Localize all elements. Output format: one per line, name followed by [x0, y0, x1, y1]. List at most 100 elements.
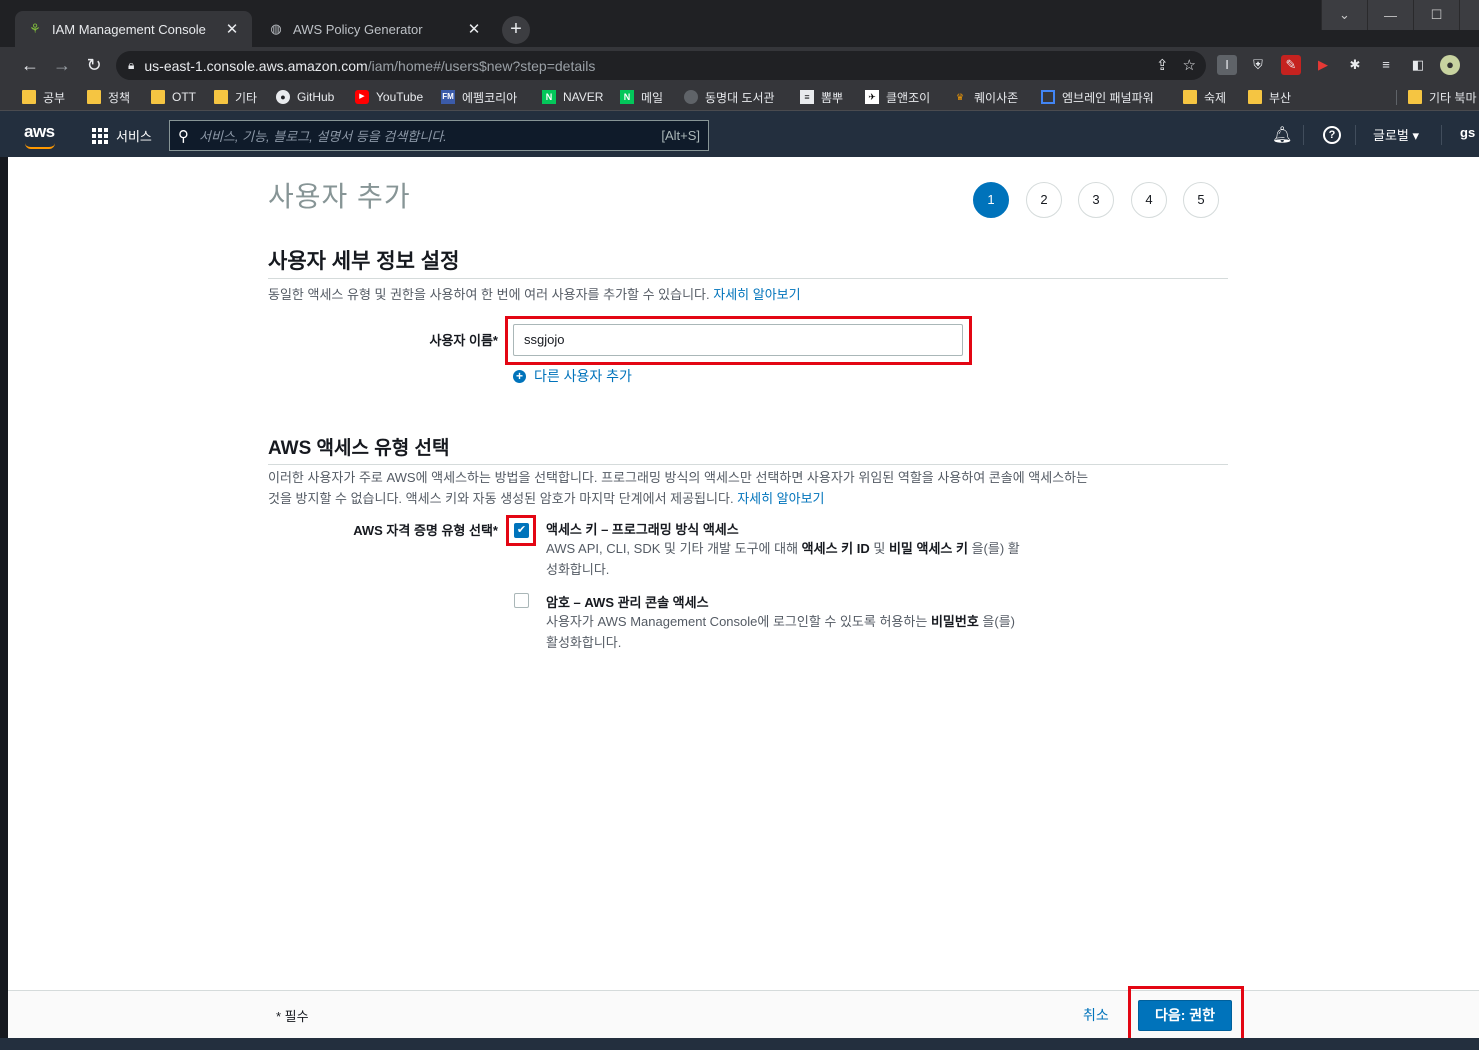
desc-bold: 비밀 액세스 키 [888, 541, 968, 556]
bookmark-item[interactable]: ≡ 뽐뿌 [800, 88, 843, 106]
folder-icon [1408, 90, 1422, 104]
step-1: 1 [973, 182, 1009, 218]
desc-text: 을(를) 활 [971, 541, 1020, 556]
aws-smile-icon [25, 143, 55, 149]
tab-title: AWS Policy Generator [293, 21, 423, 37]
bookmark-item[interactable]: OTT [151, 88, 196, 106]
minimize-icon[interactable]: — [1367, 0, 1413, 30]
bookmark-item[interactable]: 부산 [1248, 88, 1291, 106]
plus-circle-icon: + [513, 369, 526, 383]
bookmark-item[interactable]: ✈ 클앤조이 [865, 88, 930, 106]
services-menu-button[interactable]: 서비스 [92, 126, 152, 145]
bookmark-item[interactable]: 정책 [87, 88, 130, 106]
aws-console-nav: aws 서비스 ⚲ 서비스, 기능, 블로그, 설명서 등을 검색합니다. [A… [0, 111, 1479, 157]
reading-list-icon[interactable]: ≡ [1376, 55, 1396, 75]
bookmark-item[interactable]: ♛ 퀘이사존 [953, 88, 1018, 106]
browser-tab-bar: ⚘ IAM Management Console ✕ ◍ AWS Policy … [0, 0, 1479, 47]
bookmark-label: 정책 [108, 90, 131, 105]
desc-bold: 비밀번호 [930, 614, 979, 629]
bookmark-item[interactable]: 엠브레인 패널파워 [1041, 88, 1154, 106]
youtube-icon: ▶ [355, 90, 369, 104]
next-permissions-button[interactable]: 다음: 권한 [1138, 1000, 1232, 1031]
extension-icon[interactable]: ✎ [1281, 55, 1301, 75]
desc-text: 및 [873, 541, 886, 556]
bookmark-label: 퀘이사존 [974, 90, 1019, 105]
access-key-option-desc: AWS API, CLI, SDK 및 기타 개발 도구에 대해 액세스 키 I… [546, 538, 1106, 580]
access-heading: AWS 액세스 유형 선택 [268, 438, 450, 459]
other-bookmarks[interactable]: 기타 북마 [1408, 88, 1477, 106]
side-panel-icon[interactable]: ◧ [1408, 55, 1428, 75]
learn-more-link[interactable]: 자세히 알아보기 [737, 491, 824, 506]
learn-more-link[interactable]: 자세히 알아보기 [713, 287, 800, 302]
fm-icon: FM [441, 90, 455, 104]
cancel-button[interactable]: 취소 [1083, 1005, 1109, 1025]
tab-search-icon[interactable]: ⌄ [1321, 0, 1367, 30]
step-3[interactable]: 3 [1078, 182, 1114, 218]
desc-text: 활성화합니다. [546, 635, 622, 650]
step-4[interactable]: 4 [1131, 182, 1167, 218]
forward-icon[interactable]: → [49, 52, 75, 78]
aws-favicon-icon: ⚘ [29, 21, 41, 36]
console-access-option-desc: 사용자가 AWS Management Console에 로그인할 수 있도록 … [546, 611, 1106, 653]
search-shortcut: [Alt+S] [661, 128, 700, 143]
new-tab-button[interactable]: + [502, 16, 530, 44]
bell-icon[interactable]: 🔔︎ [1272, 125, 1292, 145]
bookmark-item[interactable]: N 메일 [620, 88, 663, 106]
bookmark-star-icon[interactable]: ☆ [1183, 56, 1196, 74]
console-footer-strip [0, 1038, 1479, 1050]
step-5[interactable]: 5 [1183, 182, 1219, 218]
credential-type-label: AWS 자격 증명 유형 선택* [353, 523, 498, 538]
console-password-checkbox[interactable] [514, 593, 529, 608]
bookmark-label: 엠브레인 패널파워 [1062, 90, 1154, 105]
access-key-option-title: 액세스 키 – 프로그래밍 방식 액세스 [546, 522, 739, 537]
bookmark-item[interactable]: FM 에펨코리아 [441, 88, 517, 106]
site-icon: ♛ [955, 92, 965, 102]
close-tab-icon[interactable]: ✕ [224, 20, 240, 38]
globe-icon: ◍ [270, 21, 282, 36]
help-icon[interactable]: ? [1323, 126, 1341, 144]
bookmark-label: GitHub [297, 90, 335, 104]
desc-text: 을(를) [982, 614, 1015, 629]
back-icon[interactable]: ← [17, 52, 43, 78]
username-input[interactable]: ssgjojo [513, 324, 963, 356]
aws-search-input[interactable]: ⚲ 서비스, 기능, 블로그, 설명서 등을 검색합니다. [Alt+S] [169, 120, 709, 151]
bookmark-item[interactable]: 동명대 도서관 [684, 88, 775, 106]
tab-policy-generator[interactable]: ◍ AWS Policy Generator ✕ [256, 11, 494, 47]
close-tab-icon[interactable]: ✕ [466, 20, 482, 38]
reload-icon[interactable]: ↻ [81, 52, 107, 78]
add-another-user-link[interactable]: + 다른 사용자 추가 [513, 366, 632, 386]
tab-iam-console[interactable]: ⚘ IAM Management Console ✕ [15, 11, 252, 47]
play-icon[interactable]: ▶ [1313, 55, 1333, 75]
aws-logo[interactable]: aws [24, 122, 55, 142]
bookmark-item[interactable]: N NAVER [542, 88, 603, 106]
bookmark-label: NAVER [563, 90, 604, 104]
details-heading: 사용자 세부 정보 설정 [268, 250, 460, 273]
address-bar[interactable]: 🔒︎ us-east-1.console.aws.amazon.com/iam/… [116, 51, 1206, 80]
region-selector[interactable]: 글로벌 ▾ [1373, 125, 1419, 144]
puzzle-icon[interactable]: ✱ [1345, 55, 1365, 75]
access-key-checkbox[interactable]: ✔ [514, 523, 529, 538]
access-description-line2: 것을 방지할 수 없습니다. 액세스 키와 자동 생성된 암호가 마지막 단계에… [268, 491, 734, 506]
search-placeholder: 서비스, 기능, 블로그, 설명서 등을 검색합니다. [199, 129, 447, 144]
username-label: 사용자 이름* [429, 333, 498, 348]
divider [1441, 125, 1442, 145]
github-icon: ● [276, 90, 290, 104]
add-user-label: 다른 사용자 추가 [534, 368, 632, 384]
site-icon [1041, 90, 1055, 104]
share-icon[interactable]: ⇪ [1156, 56, 1169, 74]
bookmark-item[interactable]: ● GitHub [276, 88, 334, 106]
shield-icon[interactable]: ⛨ [1248, 55, 1268, 75]
bookmark-item[interactable]: 공부 [22, 88, 65, 106]
maximize-icon[interactable]: ☐ [1413, 0, 1459, 30]
bookmark-item[interactable]: 기타 [214, 88, 257, 106]
bookmark-item[interactable]: ▶ YouTube [355, 88, 423, 106]
account-menu[interactable]: gs [1460, 125, 1475, 140]
desc-bold: 액세스 키 ID [801, 541, 870, 556]
avatar[interactable]: ● [1440, 55, 1460, 75]
step-2[interactable]: 2 [1026, 182, 1062, 218]
bookmark-item[interactable]: 숙제 [1183, 88, 1226, 106]
tab-title: IAM Management Console [52, 21, 206, 37]
divider [1396, 90, 1397, 105]
extension-icon[interactable]: I [1217, 55, 1237, 75]
close-window-icon[interactable] [1459, 0, 1479, 30]
